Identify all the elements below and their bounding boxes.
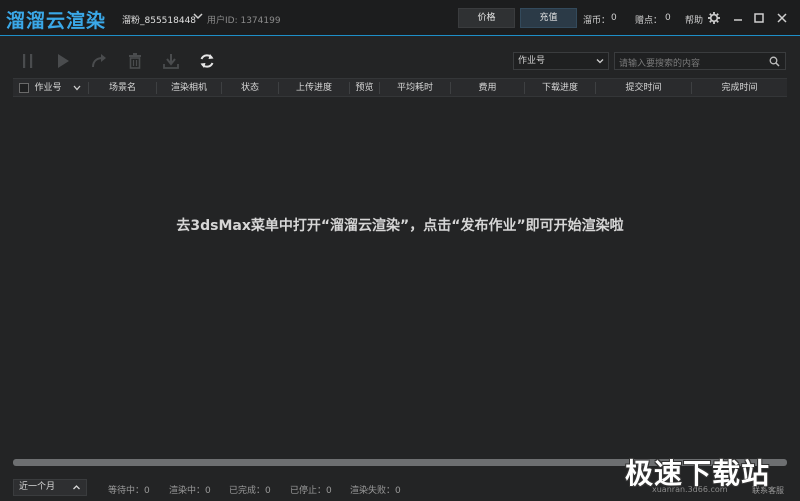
column-header-download-progress[interactable]: 下载进度 xyxy=(525,79,595,97)
chevron-down-icon xyxy=(596,59,604,64)
column-header-scene[interactable]: 场景名 xyxy=(89,79,156,97)
points-label: 赠点： xyxy=(635,16,663,26)
play-icon[interactable] xyxy=(54,52,72,70)
column-header-avg-time[interactable]: 平均耗时 xyxy=(380,79,450,97)
search-field-value: 作业号 xyxy=(518,56,546,66)
search-input[interactable]: 请输入要搜索的内容 xyxy=(614,52,786,70)
chevron-down-icon[interactable] xyxy=(192,10,204,22)
help-link[interactable]: 帮助 xyxy=(685,13,703,26)
watermark-site: xuanran.3d66.com xyxy=(652,485,728,494)
chevron-down-icon[interactable] xyxy=(72,83,82,93)
trash-icon[interactable] xyxy=(126,52,144,70)
coins-value: 0 xyxy=(611,13,617,23)
download-icon[interactable] xyxy=(162,52,180,70)
pause-icon[interactable] xyxy=(19,52,37,70)
column-header-preview[interactable]: 预览 xyxy=(350,79,379,97)
gear-icon[interactable] xyxy=(707,11,721,25)
maximize-icon[interactable] xyxy=(752,11,766,25)
search-field-select[interactable]: 作业号 xyxy=(513,52,609,70)
column-header-upload-progress[interactable]: 上传进度 xyxy=(279,79,349,97)
price-button[interactable]: 价格 xyxy=(458,8,515,28)
search-icon[interactable] xyxy=(769,56,780,67)
column-header-submit-time[interactable]: 提交时间 xyxy=(596,79,691,97)
refresh-icon[interactable] xyxy=(198,52,216,70)
app-logo: 溜溜云渲染 xyxy=(6,10,107,32)
rendering-count: 渲染中：0 xyxy=(169,486,211,496)
user-id-label: 用户ID: 1374199 xyxy=(207,16,281,26)
table-header: 作业号 场景名 渲染相机 状态 上传进度 预览 平均耗时 费用 下载进度 提交时… xyxy=(13,78,787,97)
waiting-count: 等待中：0 xyxy=(108,486,150,496)
user-name[interactable]: 溜粉_855518448 xyxy=(122,13,196,26)
period-select[interactable]: 近一个月 xyxy=(13,479,87,496)
minimize-icon[interactable] xyxy=(731,11,745,25)
select-all-checkbox[interactable] xyxy=(19,83,29,93)
column-header-status[interactable]: 状态 xyxy=(222,79,278,97)
coins-label: 溜币： xyxy=(583,16,611,26)
failed-count: 渲染失败：0 xyxy=(350,486,401,496)
close-icon[interactable] xyxy=(775,11,789,25)
column-header-cost[interactable]: 费用 xyxy=(451,79,524,97)
redo-icon[interactable] xyxy=(90,52,108,70)
empty-state-message: 去3dsMax菜单中打开“溜溜云渲染”，点击“发布作业”即可开始渲染啦 xyxy=(176,218,624,234)
column-header-camera[interactable]: 渲染相机 xyxy=(157,79,221,97)
recharge-button[interactable]: 充值 xyxy=(520,8,577,28)
chevron-up-icon xyxy=(73,485,80,490)
column-header-job-id[interactable]: 作业号 xyxy=(33,79,63,97)
points-value: 0 xyxy=(665,13,671,23)
column-header-finish-time[interactable]: 完成时间 xyxy=(692,79,787,97)
stopped-count: 已停止：0 xyxy=(290,486,332,496)
title-bar: 溜溜云渲染 溜粉_855518448 用户ID: 1374199 价格 充值 溜… xyxy=(0,0,800,36)
search-placeholder: 请输入要搜索的内容 xyxy=(619,59,701,69)
completed-count: 已完成：0 xyxy=(229,486,271,496)
period-value: 近一个月 xyxy=(19,482,56,492)
contact-support-link[interactable]: 联系客服 xyxy=(752,485,784,496)
